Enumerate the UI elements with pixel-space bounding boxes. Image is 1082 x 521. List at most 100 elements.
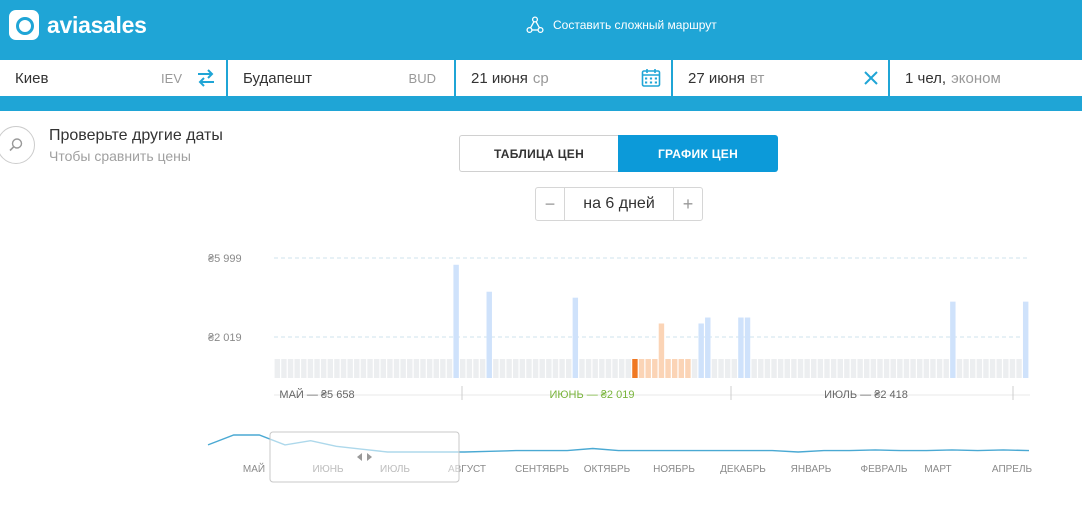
price-bar[interactable] [983,359,989,378]
close-icon[interactable] [862,69,880,87]
price-bar[interactable] [877,359,883,378]
price-bar[interactable] [771,359,777,378]
price-bar[interactable] [1022,301,1029,378]
price-bar[interactable] [499,359,506,378]
month-summary-label[interactable]: МАЙ — ₴5 658 [279,388,354,401]
passengers-field[interactable]: 1 чел, эконом [890,60,1082,96]
tab-price-chart[interactable]: ГРАФИК ЦЕН [618,135,778,172]
price-bar[interactable] [360,359,367,378]
price-bar[interactable] [685,359,691,378]
price-bar[interactable] [466,359,473,378]
price-bar[interactable] [652,359,658,378]
price-bar[interactable] [791,359,797,378]
calendar-icon[interactable] [641,68,661,88]
price-bar[interactable] [731,359,737,378]
price-bar[interactable] [513,359,519,378]
price-bar[interactable] [956,359,963,378]
price-bar[interactable] [923,359,930,378]
price-bar[interactable] [665,359,671,378]
origin-field[interactable]: Киев IEV [0,60,226,96]
price-bar[interactable] [711,359,718,378]
price-bar[interactable] [301,359,307,378]
price-bar[interactable] [963,359,969,378]
price-bar[interactable] [307,359,314,378]
price-bar[interactable] [519,359,526,378]
price-bar[interactable] [758,359,764,378]
price-bar[interactable] [764,359,771,378]
price-bar[interactable] [486,291,492,378]
price-bar[interactable] [943,359,949,378]
price-bar[interactable] [698,323,704,378]
price-bar[interactable] [678,359,685,378]
price-bar[interactable] [320,359,327,378]
price-bar[interactable] [996,359,1002,378]
price-bar[interactable] [837,359,843,378]
price-bar[interactable] [592,359,598,378]
price-bar[interactable] [705,317,711,378]
price-bar[interactable] [718,359,724,378]
price-bar[interactable] [294,359,300,378]
price-bar[interactable] [724,359,731,378]
price-bar[interactable] [883,359,890,378]
price-bar[interactable] [625,359,632,378]
price-bar[interactable] [691,359,698,378]
price-bar[interactable] [327,359,334,378]
destination-field[interactable]: Будапешт BUD [228,60,454,96]
price-bar[interactable] [612,359,618,378]
price-bar[interactable] [976,359,983,378]
price-bar[interactable] [797,359,804,378]
price-bar[interactable] [1016,359,1022,378]
complex-route-link[interactable]: Составить сложный маршрут [526,16,717,34]
price-bar[interactable] [340,359,347,378]
price-bar[interactable] [857,359,863,378]
price-bar[interactable] [830,359,837,378]
price-bar[interactable] [354,359,360,378]
price-bar[interactable] [579,359,585,378]
price-bar[interactable] [645,359,651,378]
price-bar[interactable] [479,359,486,378]
price-bar[interactable] [287,359,294,378]
price-bar[interactable] [440,359,446,378]
price-bar[interactable] [493,359,499,378]
price-bar[interactable] [506,359,512,378]
price-bar[interactable] [605,359,612,378]
price-bar[interactable] [850,359,857,378]
price-bar[interactable] [751,359,757,378]
price-bar[interactable] [539,359,545,378]
price-bar[interactable] [784,359,790,378]
price-bar[interactable] [950,301,956,378]
price-bar[interactable] [897,359,903,378]
price-bar[interactable] [552,359,559,378]
price-bar[interactable] [910,359,916,378]
price-bar[interactable] [314,359,320,378]
price-bar[interactable] [572,297,579,378]
price-bar[interactable] [618,359,625,378]
increase-days-button[interactable]: + [673,188,702,220]
price-bar[interactable] [804,359,810,378]
price-bar[interactable] [393,359,400,378]
price-bar[interactable] [347,359,353,378]
price-bar[interactable] [460,359,466,378]
price-bar[interactable] [890,359,896,378]
price-bar[interactable] [420,359,426,378]
price-bar[interactable] [936,359,943,378]
price-bar[interactable] [638,359,645,378]
price-bar[interactable] [864,359,870,378]
decrease-days-button[interactable]: − [536,188,565,220]
month-summary-label[interactable]: ИЮЛЬ — ₴2 418 [824,389,908,401]
price-bar[interactable] [777,359,784,378]
price-bar[interactable] [281,359,287,378]
price-bar[interactable] [433,359,439,378]
return-date-field[interactable]: 27 июня вт [673,60,888,96]
month-summary-label[interactable]: ИЮНЬ — ₴2 019 [550,389,635,401]
price-bar[interactable] [903,359,910,378]
price-bar[interactable] [969,359,976,378]
price-bar[interactable] [811,359,817,378]
price-bar[interactable] [817,359,824,378]
price-bar[interactable] [400,359,406,378]
price-bar[interactable] [407,359,413,378]
price-bar[interactable] [917,359,923,378]
price-bar[interactable] [473,359,479,378]
logo[interactable]: aviasales [9,10,147,40]
price-bar[interactable] [334,359,340,378]
